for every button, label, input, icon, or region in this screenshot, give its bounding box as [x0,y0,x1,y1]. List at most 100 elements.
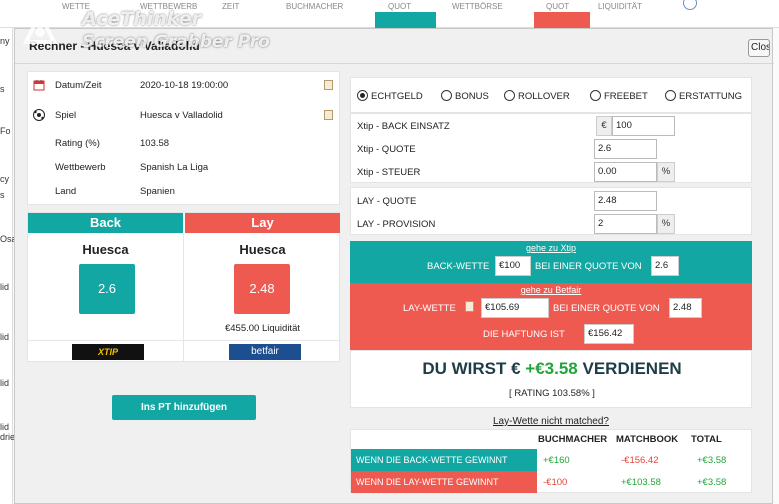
info-label: Spiel [55,110,77,121]
profit-prefix: DU WIRST € [422,359,521,378]
back-bet-value[interactable]: €100 [495,256,531,276]
bg-side-text: Fo [0,126,11,136]
lay-commission-input[interactable]: 2 [594,214,657,234]
calendar-icon [33,79,45,91]
lay-team: Huesca [239,242,286,257]
lay-form: LAY - QUOTE 2.48 LAY - PROVISION 2 % [350,187,752,235]
lay-bet-value[interactable]: €105.69 [481,298,549,318]
info-value-competition: Spanish La Liga [140,162,209,173]
xtip-logo[interactable]: XTIP [72,344,144,360]
column-header-bookmaker: BUCHMACHER [538,434,608,445]
radio-label: BONUS [455,91,489,102]
goto-xtip-link[interactable]: gehe zu Xtip [350,243,752,253]
profit-line: DU WIRST € +€3.58 VERDIENEN [351,359,753,379]
bg-radio-icon [683,0,697,10]
info-row-rating: Rating (%) 103.58 [28,134,341,154]
back-form: Xtip - BACK EINSATZ € 100 Xtip - QUOTE 2… [350,113,752,183]
info-value-country: Spanien [140,186,175,197]
bet-type-radios: ECHTGELD BONUS ROLLOVER FREEBET ERSTATTU… [350,77,752,113]
bg-header-time: ZEIT [222,2,240,11]
bg-red-cell [534,12,590,28]
percent-suffix: % [657,162,675,182]
logo-divider [28,340,341,341]
back-odds-label: Xtip - QUOTE [357,144,416,155]
lay-odds-input[interactable]: 2.48 [594,191,657,211]
lay-liquidity: €455.00 Liquidität [224,323,300,334]
rating-text: [ RATING 103.58% ] [509,388,595,399]
bg-header-liquidity: LIQUIDITÄT [598,2,643,11]
back-odds-box[interactable]: 2.6 [79,264,135,314]
match-info-panel: Datum/Zeit 2020-10-18 19:00:00 Spiel Hue… [27,71,340,205]
bg-side-text: drie [0,432,16,442]
column-header-matchbook: MATCHBOOK [616,434,679,445]
bg-header-exchange: WETTBÖRSE [452,2,503,11]
liability-value[interactable]: €156.42 [584,324,634,344]
info-row-country: Land Spanien [28,182,341,202]
lay-not-matched-link[interactable]: Lay-Wette nicht matched? [350,416,752,427]
back-stake-input[interactable]: 100 [612,116,675,136]
radio-icon[interactable] [441,90,452,101]
copy-icon[interactable] [324,80,333,90]
column-header-total: TOTAL [691,434,722,445]
dialog-title: Rechner - Huesca v Valladolid [29,39,200,53]
back-calc-box: gehe zu Xtip BACK-WETTE €100 BEI EINER Q… [350,241,752,283]
bg-side-text: s [0,190,5,200]
radio-erstattung[interactable]: ERSTATTUNG [665,90,742,102]
radio-label: FREEBET [604,91,648,102]
profit-suffix: VERDIENEN [582,359,682,378]
info-row-competition: Wettbewerb Spanish La Liga [28,158,341,178]
bg-side-text: lid [0,378,10,388]
bg-header-bookmaker: BUCHMACHER [286,2,344,11]
info-value-match: Huesca v Valladolid [140,110,223,121]
back-odds-input[interactable]: 2.6 [594,139,657,159]
background-side-column: ny s Fo cy s Osa lid lid lid lid drie [0,28,17,504]
close-button[interactable]: Close [748,39,770,57]
back-tax-input[interactable]: 0.00 [594,162,657,182]
lay-at-odds-label: BEI EINER QUOTE VON [553,303,660,314]
bg-side-text: cy [0,174,9,184]
scenario-value: -€156.42 [621,455,659,466]
radio-freebet[interactable]: FREEBET [590,90,648,102]
scenario-table: BUCHMACHER MATCHBOOK TOTAL WENN DIE BACK… [350,429,752,493]
info-label: Rating (%) [55,138,100,149]
lay-header: Lay [185,213,340,233]
bg-side-text: lid [0,422,10,432]
calculator-dialog: Rechner - Huesca v Valladolid Close Datu… [14,28,774,504]
back-bet-label: BACK-WETTE [427,261,490,272]
percent-suffix: % [657,214,675,234]
radio-icon[interactable] [504,90,515,101]
back-at-odds-label: BEI EINER QUOTE VON [535,261,642,272]
radio-bonus[interactable]: BONUS [441,90,489,102]
bg-side-text: lid [0,332,10,342]
bg-side-text: ny [0,36,10,46]
radio-selected-icon[interactable] [357,90,368,101]
radio-label: ECHTGELD [371,91,423,102]
back-stake-label: Xtip - BACK EINSATZ [357,121,450,132]
back-header: Back [28,213,183,233]
goto-betfair-link[interactable]: gehe zu Betfair [350,285,752,295]
back-team: Huesca [82,242,129,257]
radio-echtgeld[interactable]: ECHTGELD [357,90,423,102]
lay-odds-box[interactable]: 2.48 [234,264,290,314]
bg-side-text: lid [0,282,10,292]
back-tax-label: Xtip - STEUER [357,167,421,178]
copy-icon[interactable] [465,301,474,312]
info-row-match: Spiel Huesca v Valladolid [28,106,341,126]
radio-rollover[interactable]: ROLLOVER [504,90,570,102]
scenario-lay-wins-label: WENN DIE LAY-WETTE GEWINNT [351,471,537,493]
bg-header-competition: WETTBEWERB [140,2,198,11]
back-at-odds-value[interactable]: 2.6 [651,256,679,276]
betfair-logo[interactable]: betfair [229,344,301,360]
lay-bet-label: LAY-WETTE [403,303,456,314]
lay-calc-box: gehe zu Betfair LAY-WETTE €105.69 BEI EI… [350,283,752,350]
scenario-value: +€3.58 [697,477,727,488]
radio-icon[interactable] [665,90,676,101]
profit-result: DU WIRST € +€3.58 VERDIENEN [ RATING 103… [350,350,752,408]
scenario-value: +€160 [543,455,570,466]
add-to-pt-button[interactable]: Ins PT hinzufügen [112,395,256,420]
lay-odds-label: LAY - QUOTE [357,196,417,207]
radio-icon[interactable] [590,90,601,101]
lay-at-odds-value[interactable]: 2.48 [669,298,702,318]
copy-icon[interactable] [324,110,333,120]
radio-label: ERSTATTUNG [679,91,742,102]
